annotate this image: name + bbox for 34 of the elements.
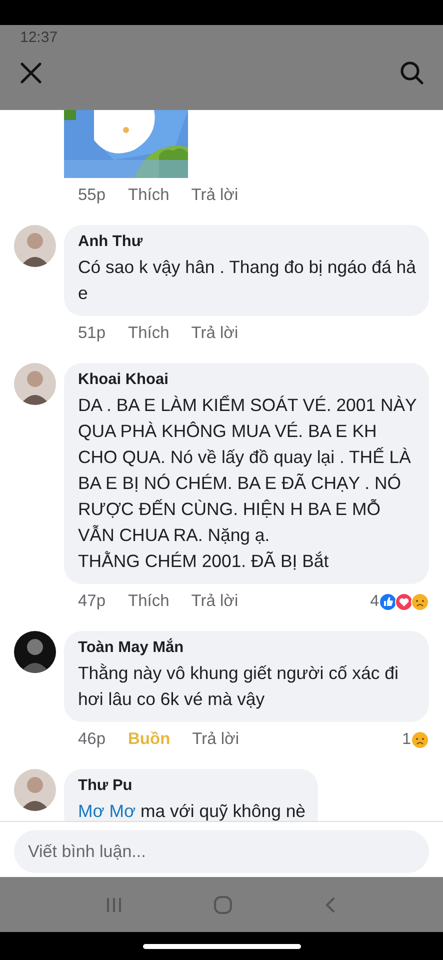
comment-text: DA . BA E LÀM KIỂM SOÁT VÉ. 2001 NÀY QUA PHÀ KHÔNG MUA VÉ. BA E KH CHO QUA. Nó về lấy đồ quay lại . THẾ LÀ BA E BỊ NÓ CHÉM. BA E ĐÃ CHẠY . NÓ RƯỢC ĐẾN CÙNG. HIỆN H BA E MỖ VẪN CHUA RA. Nặng ạ. THẰNG CHÉM 2001. ĐÃ BỊ Bắt (78, 394, 417, 573)
reply-link[interactable]: Trả lời (192, 730, 240, 749)
like-link[interactable]: Thích (128, 324, 170, 343)
comment-author[interactable]: Khoai Khoai (78, 371, 417, 389)
comment-text: Mơ Mơ ma với quỹ không nè (78, 800, 306, 821)
comment-time: 46p (78, 730, 107, 749)
comment-text: Có sao k vậy hân . Thang đo bị ngáo đá hả e (78, 256, 417, 305)
reply-link[interactable]: Trả lời (191, 592, 238, 611)
comment-time: 51p (78, 324, 107, 343)
comment-time: 55p (78, 186, 107, 205)
reply-link[interactable]: Trả lời (191, 186, 238, 205)
home-indicator[interactable] (142, 944, 300, 948)
status-time: 12:37 (20, 29, 58, 46)
search-icon[interactable] (399, 60, 425, 86)
comment-author[interactable]: Anh Thư (78, 233, 417, 251)
comment-author[interactable]: Toàn May Mắn (78, 639, 417, 657)
comment-author[interactable]: Thư Pu (78, 777, 306, 795)
like-link[interactable]: Thích (128, 186, 170, 205)
close-icon[interactable] (18, 60, 44, 86)
comment-input[interactable]: Viết bình luận... (14, 830, 429, 873)
comment-text: Thằng này vô khung giết người cố xác đi hơi lâu co 6k vé mà vậy (78, 662, 400, 711)
sad-face-icon (411, 730, 429, 748)
comment-time: 47p (78, 592, 107, 611)
reaction-count: 1 (402, 730, 411, 748)
reply-link[interactable]: Trả lời (191, 324, 238, 343)
like-link[interactable]: Thích (128, 592, 170, 611)
mention-link[interactable]: Mơ Mơ (78, 801, 136, 821)
thumbs-up-icon (379, 592, 397, 610)
reaction-count: 4 (370, 592, 379, 610)
sad-face-icon (411, 592, 429, 610)
avatar[interactable] (14, 225, 56, 267)
avatar[interactable] (14, 769, 56, 811)
avatar[interactable] (14, 363, 56, 405)
avatar[interactable] (14, 631, 56, 673)
